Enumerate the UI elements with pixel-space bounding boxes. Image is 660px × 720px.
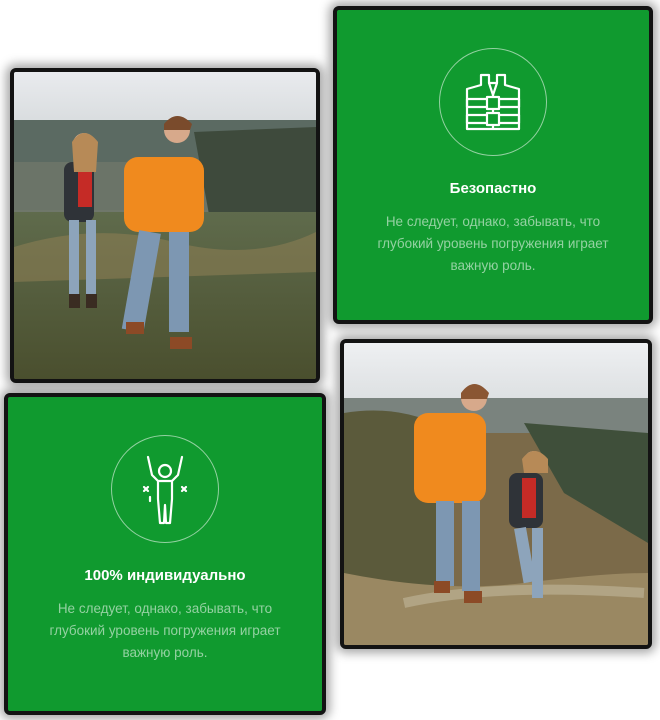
icon-circle (439, 48, 547, 156)
individual-description: Не следует, однако, забывать, что глубок… (49, 601, 281, 660)
individual-card: 100% индивидуально Не следует, однако, з… (4, 393, 326, 715)
safety-description: Не следует, однако, забывать, что глубок… (377, 214, 609, 273)
safety-card: Безопастно Не следует, однако, забывать,… (333, 6, 653, 324)
icon-circle (111, 435, 219, 543)
safety-title: Безопастно (449, 180, 537, 197)
person-celebrating-icon (142, 455, 188, 525)
climbing-photo-card (340, 339, 652, 649)
individual-title: 100% индивидуально (84, 567, 246, 584)
life-vest-icon (465, 73, 521, 131)
hiking-photo-card (10, 68, 320, 383)
hiking-couple-photo (14, 72, 316, 379)
climbing-couple-photo (344, 343, 648, 645)
